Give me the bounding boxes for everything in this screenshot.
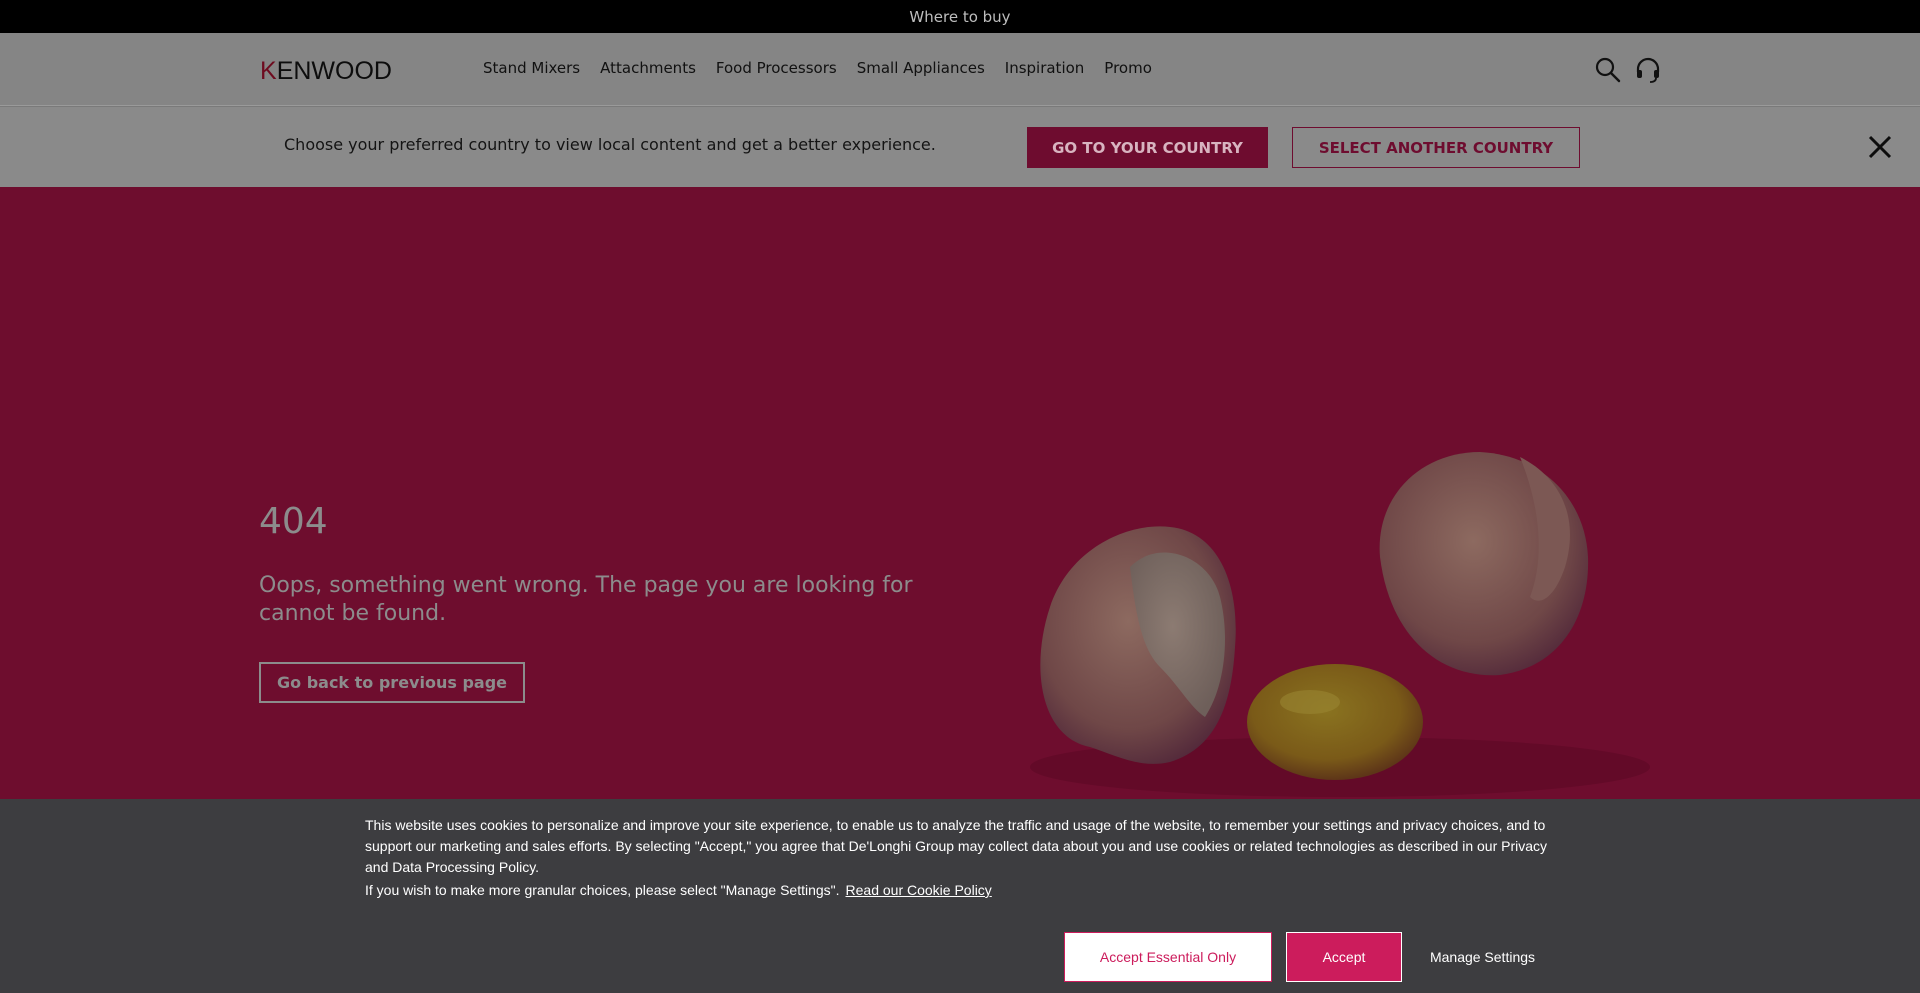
where-to-buy-link[interactable]: Where to buy	[909, 8, 1010, 26]
nav-attachments[interactable]: Attachments	[600, 59, 696, 77]
cookie-granular-text: If you wish to make more granular choice…	[365, 882, 992, 898]
cookie-policy-link[interactable]: Read our Cookie Policy	[846, 882, 992, 898]
kenwood-logo[interactable]: KENWOOD	[260, 57, 392, 86]
broken-egg-image	[1030, 452, 1650, 797]
search-icon[interactable]	[1594, 56, 1622, 84]
accept-button[interactable]: Accept	[1286, 932, 1402, 982]
headset-icon[interactable]	[1634, 56, 1662, 84]
error-code: 404	[259, 501, 328, 542]
country-banner: Choose your preferred country to view lo…	[0, 107, 1920, 187]
accept-essential-button[interactable]: Accept Essential Only	[1064, 932, 1272, 982]
select-country-button[interactable]: SELECT ANOTHER COUNTRY	[1292, 127, 1580, 168]
cookie-banner: This website uses cookies to personalize…	[0, 799, 1920, 993]
nav-inspiration[interactable]: Inspiration	[1005, 59, 1085, 77]
main-nav: Stand Mixers Attachments Food Processors…	[483, 59, 1152, 77]
country-banner-text: Choose your preferred country to view lo…	[284, 135, 936, 154]
go-to-country-button[interactable]: GO TO YOUR COUNTRY	[1027, 127, 1268, 168]
site-header: KENWOOD Stand Mixers Attachments Food Pr…	[0, 33, 1920, 106]
nav-promo[interactable]: Promo	[1104, 59, 1152, 77]
error-message: Oops, something went wrong. The page you…	[259, 573, 913, 626]
top-bar: Where to buy	[0, 0, 1920, 33]
manage-settings-button[interactable]: Manage Settings	[1410, 932, 1555, 982]
error-hero: 404 Oops, something went wrong. The page…	[0, 187, 1920, 799]
close-icon[interactable]	[1866, 133, 1894, 161]
cookie-text: This website uses cookies to personalize…	[365, 817, 1548, 875]
nav-small-appliances[interactable]: Small Appliances	[857, 59, 985, 77]
nav-food-processors[interactable]: Food Processors	[716, 59, 837, 77]
nav-stand-mixers[interactable]: Stand Mixers	[483, 59, 580, 77]
back-button[interactable]: Go back to previous page	[259, 662, 525, 703]
